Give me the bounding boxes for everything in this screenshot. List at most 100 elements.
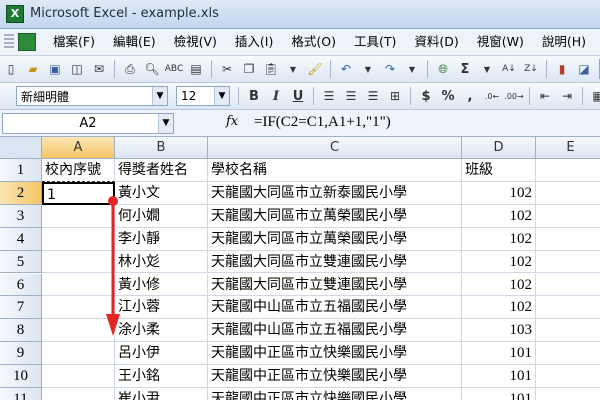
bold-button[interactable]: B <box>245 87 263 105</box>
menu-insert[interactable]: 插入(I) <box>226 31 282 53</box>
comma-button[interactable]: , <box>461 87 479 105</box>
column-header-b[interactable]: B <box>115 137 208 159</box>
cell-d[interactable]: 102 <box>462 227 536 251</box>
menu-file[interactable]: 檔案(F) <box>44 31 104 53</box>
cell-e[interactable] <box>536 388 600 400</box>
undo-icon[interactable]: ↶ <box>337 60 355 78</box>
cell-b[interactable]: 崔小尹 <box>115 388 208 400</box>
cell-b[interactable]: 呂小伊 <box>115 342 208 366</box>
open-icon[interactable]: ▰ <box>24 60 42 78</box>
percent-button[interactable]: % <box>439 87 457 105</box>
cell-c[interactable]: 天龍國大同區市立雙連國民小學 <box>208 250 462 274</box>
cell-c[interactable]: 學校名稱 <box>208 159 462 182</box>
cut-icon[interactable]: ✂ <box>218 60 236 78</box>
cell-d[interactable]: 102 <box>462 296 536 320</box>
align-left-icon[interactable]: ☰ <box>320 87 338 105</box>
formula-input[interactable]: =IF(C2=C1,A1+1,"1") <box>254 114 391 131</box>
cell-b[interactable]: 涂小柔 <box>115 319 208 343</box>
row-header[interactable]: 9 <box>0 342 42 366</box>
align-center-icon[interactable]: ☰ <box>342 87 360 105</box>
cell-c[interactable]: 天龍國中山區市立五福國民小學 <box>208 319 462 343</box>
autosum-icon[interactable]: Σ <box>456 60 474 78</box>
active-cell-a2[interactable]: 1 <box>42 181 115 205</box>
cell-c[interactable]: 天龍國大同區市立萬榮國民小學 <box>208 204 462 228</box>
menu-tools[interactable]: 工具(T) <box>345 31 405 53</box>
cell-e[interactable] <box>536 205 600 228</box>
row-header[interactable]: 5 <box>0 250 42 274</box>
row-header[interactable]: 6 <box>0 273 42 297</box>
underline-button[interactable]: U <box>289 87 307 105</box>
cell-d[interactable]: 102 <box>462 273 536 297</box>
cell-a[interactable]: 校內序號 <box>42 159 115 182</box>
cell-d[interactable]: 103 <box>462 319 536 343</box>
chevron-down-icon[interactable]: ▼ <box>158 114 173 133</box>
dropdown-arrow-icon[interactable]: ▼ <box>478 60 496 78</box>
align-right-icon[interactable]: ☰ <box>364 87 382 105</box>
row-header[interactable]: 8 <box>0 319 42 343</box>
row-header[interactable]: 4 <box>0 227 42 251</box>
toolbar-grip-icon[interactable] <box>4 34 14 50</box>
cell-a[interactable] <box>42 250 115 274</box>
cell-c[interactable]: 天龍國大同區市立萬榮國民小學 <box>208 227 462 251</box>
cell-e[interactable] <box>536 365 600 388</box>
redo-icon[interactable]: ↷ <box>381 60 399 78</box>
hyperlink-icon[interactable]: 🌐︎ <box>434 60 452 78</box>
cell-e[interactable] <box>536 251 600 274</box>
column-header-d[interactable]: D <box>462 137 536 159</box>
chevron-down-icon[interactable]: ▼ <box>214 87 229 105</box>
cell-c[interactable]: 天龍國大同區市立新泰國民小學 <box>208 181 462 205</box>
column-header-a[interactable]: A <box>42 137 115 159</box>
cell-c[interactable]: 天龍國大同區市立雙連國民小學 <box>208 273 462 297</box>
format-painter-icon[interactable]: 🖌︎ <box>306 60 324 78</box>
sort-descending-icon[interactable]: Z↓ <box>522 60 540 78</box>
cell-e[interactable] <box>536 274 600 297</box>
menu-help[interactable]: 說明(H) <box>533 31 595 53</box>
dropdown-arrow-icon[interactable]: ▼ <box>403 60 421 78</box>
cell-a[interactable] <box>42 342 115 366</box>
row-header[interactable]: 7 <box>0 296 42 320</box>
cell-b[interactable]: 得獎者姓名 <box>115 159 208 182</box>
cell-e[interactable] <box>536 182 600 205</box>
cell-e[interactable] <box>536 342 600 366</box>
permission-icon[interactable]: ◫ <box>68 60 86 78</box>
cell-a[interactable] <box>42 227 115 251</box>
cell-b[interactable]: 何小嫺 <box>115 204 208 228</box>
cell-d[interactable]: 101 <box>462 388 536 400</box>
cell-d[interactable]: 班級 <box>462 159 536 182</box>
menu-edit[interactable]: 編輯(E) <box>104 31 165 53</box>
spelling-icon[interactable]: ABC <box>165 60 183 78</box>
menu-view[interactable]: 檢視(V) <box>165 31 226 53</box>
cell-d[interactable]: 102 <box>462 204 536 228</box>
dropdown-arrow-icon[interactable]: ▼ <box>284 60 302 78</box>
cell-b[interactable]: 李小靜 <box>115 227 208 251</box>
row-header[interactable]: 3 <box>0 204 42 228</box>
increase-indent-icon[interactable]: ⇥ <box>558 87 576 105</box>
cell-e[interactable] <box>536 228 600 251</box>
decrease-decimal-icon[interactable]: .00→ <box>504 87 523 105</box>
column-header-e[interactable]: E <box>536 137 600 159</box>
currency-button[interactable]: $ <box>417 87 435 105</box>
worksheet-grid[interactable]: A B C D E 1 校內序號 得獎者姓名 學校名稱 班級 2 1 黃小文 天龍國大同區市立新… <box>0 137 600 400</box>
font-select[interactable]: 新細明體 ▼ <box>16 86 168 106</box>
name-box[interactable]: A2 ▼ <box>2 113 174 134</box>
borders-icon[interactable]: ▦ <box>589 87 600 105</box>
drawing-icon[interactable]: ◪ <box>575 60 593 78</box>
cell-c[interactable]: 天龍國中山區市立五福國民小學 <box>208 296 462 320</box>
paste-icon[interactable]: 📋︎ <box>262 60 280 78</box>
email-icon[interactable]: ✉ <box>90 60 108 78</box>
cell-d[interactable]: 101 <box>462 342 536 366</box>
cell-b[interactable]: 王小銘 <box>115 365 208 388</box>
cell-b[interactable]: 黃小修 <box>115 273 208 297</box>
cell-a[interactable] <box>42 319 115 343</box>
print-icon[interactable]: ⎙ <box>121 60 139 78</box>
cell-a[interactable] <box>42 388 115 400</box>
cell-e[interactable] <box>536 319 600 343</box>
chevron-down-icon[interactable]: ▼ <box>152 87 167 105</box>
cell-c[interactable]: 天龍國中正區市立快樂國民小學 <box>208 388 462 400</box>
cell-d[interactable]: 101 <box>462 365 536 388</box>
cell-c[interactable]: 天龍國中正區市立快樂國民小學 <box>208 365 462 388</box>
cell-a[interactable] <box>42 365 115 388</box>
chart-wizard-icon[interactable]: ▮ <box>553 60 571 78</box>
row-header[interactable]: 2 <box>0 181 42 205</box>
cell-a[interactable] <box>42 296 115 320</box>
